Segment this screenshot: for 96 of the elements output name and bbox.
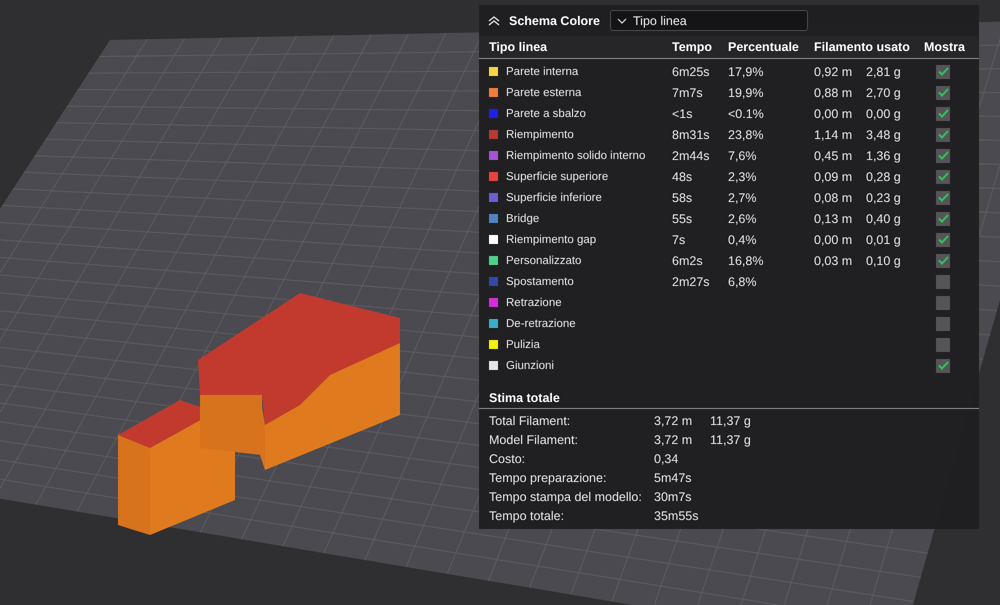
show-checkbox[interactable] [936, 254, 950, 268]
weight-cell-text: 3,48 g [866, 128, 902, 142]
length-cell-text: 0,09 m [814, 170, 854, 184]
view-mode-dropdown[interactable]: Tipo linea [610, 10, 808, 31]
column-header: Percentuale [728, 40, 800, 54]
show-checkbox[interactable] [936, 338, 950, 352]
estimate-label: Tempo totale: [489, 508, 566, 522]
estimate-label: Total Filament: [489, 414, 572, 428]
percent-cell-text: 0,4% [728, 232, 758, 246]
percent-cell-text: 6,8% [728, 274, 758, 288]
section-title: Stima totale [488, 390, 561, 407]
percent-cell-text: 17,9% [728, 64, 764, 78]
estimate-value: 11,37 g [710, 414, 752, 428]
length-cell-text: 0,03 m [814, 254, 854, 268]
estimate-value: 30m7s [654, 490, 693, 504]
weight-cell-text: 0,00 g [866, 106, 902, 120]
length-cell-text: 0,92 m [814, 64, 854, 78]
show-checkbox[interactable] [936, 128, 950, 142]
estimate-value: 3,72 m [654, 432, 694, 446]
percent-cell-text: 19,9% [728, 86, 764, 100]
weight-cell-text: 0,10 g [866, 254, 902, 268]
percent-cell-text: 16,8% [728, 254, 764, 268]
show-checkbox[interactable] [936, 296, 950, 310]
line-type-label: Personalizzato [506, 254, 582, 266]
time-cell-text: 48s [672, 170, 694, 184]
time-cell-text: 7m7s [672, 86, 704, 100]
weight-cell-text: 0,23 g [866, 190, 902, 204]
caret-icon [617, 18, 628, 24]
percent-cell-text: 2,7% [728, 190, 758, 204]
line-type-label: Pulizia [506, 338, 540, 350]
collapse-icon[interactable] [487, 14, 501, 26]
length-cell-text: 0,45 m [814, 148, 854, 162]
percent-cell-text: 23,8% [728, 128, 764, 142]
percent-cell-text: 2,6% [728, 212, 758, 226]
estimate-value: 0,34 [654, 452, 680, 466]
line-type-label: Superficie inferiore [506, 192, 602, 204]
time-cell-text: 55s [672, 212, 694, 226]
time-cell-text: 2m44s [672, 148, 711, 162]
estimate-label: Tempo preparazione: [489, 470, 608, 484]
length-cell-text: 0,00 m [814, 232, 854, 246]
length-cell-text: 0,08 m [814, 190, 854, 204]
column-header: Mostra [924, 40, 966, 54]
estimate-value: 3,72 m [654, 414, 694, 428]
line-type-label: De-retrazione [506, 318, 576, 330]
line-type-label: Riempimento solido interno [506, 150, 646, 162]
time-cell-text: 8m31s [672, 128, 711, 142]
line-type-label: Superficie superiore [506, 170, 608, 182]
percent-cell-text: 2,3% [728, 170, 758, 184]
line-type-label: Riempimento gap [506, 234, 596, 246]
estimate-value: 11,37 g [710, 432, 752, 446]
column-header: Tempo [672, 40, 714, 54]
column-header: Filamento usato [814, 40, 911, 54]
length-cell-text: 0,88 m [814, 86, 854, 100]
line-type-label: Parete interna [506, 66, 578, 78]
time-cell-text: 7s [672, 232, 686, 246]
time-cell-text: 2m27s [672, 274, 711, 288]
length-cell-text: 0,13 m [814, 212, 854, 226]
weight-cell-text: 2,70 g [866, 86, 902, 100]
show-checkbox[interactable] [936, 86, 950, 100]
weight-cell-text: 1,36 g [866, 148, 902, 162]
panel-title: Schema Colore [509, 14, 600, 28]
line-type-label: Riempimento [506, 128, 574, 140]
time-cell-text: 6m25s [672, 64, 711, 78]
show-checkbox[interactable] [936, 316, 950, 330]
line-type-label: Parete esterna [506, 86, 582, 98]
line-type-label: Spostamento [506, 276, 574, 288]
show-checkbox[interactable] [936, 212, 950, 226]
estimate-value: 35m55s [654, 508, 700, 522]
line-type-label: Giunzioni [506, 360, 554, 372]
line-type-label: Parete a sbalzo [506, 108, 586, 120]
weight-cell-text: 0,28 g [866, 170, 902, 184]
weight-cell-text: 2,81 g [866, 64, 902, 78]
length-cell-text: 0,00 m [814, 106, 854, 120]
show-checkbox[interactable] [936, 106, 950, 120]
show-checkbox[interactable] [936, 274, 950, 288]
percent-cell-text: <0.1% [728, 106, 765, 120]
show-checkbox[interactable] [936, 64, 950, 78]
estimate-label: Model Filament: [489, 432, 579, 446]
column-header: Tipo linea [489, 40, 548, 54]
line-type-label: Bridge [506, 212, 540, 224]
length-cell-text: 1,14 m [814, 128, 854, 142]
show-checkbox[interactable] [936, 232, 950, 246]
line-type-label: Retrazione [506, 296, 562, 308]
time-cell-text: 58s [672, 190, 694, 204]
show-checkbox[interactable] [936, 190, 950, 204]
time-cell-text: 6m2s [672, 254, 704, 268]
weight-cell-text: 0,40 g [866, 212, 902, 226]
show-checkbox[interactable] [936, 170, 950, 184]
show-checkbox[interactable] [936, 358, 950, 372]
estimate-value: 5m47s [654, 470, 693, 484]
estimate-label: Tempo stampa del modello: [489, 490, 643, 504]
show-checkbox[interactable] [936, 148, 950, 162]
percent-cell-text: 7,6% [728, 148, 758, 162]
estimate-label: Costo: [489, 452, 526, 466]
weight-cell-text: 0,01 g [866, 232, 902, 246]
time-cell-text: <1s [672, 106, 694, 120]
